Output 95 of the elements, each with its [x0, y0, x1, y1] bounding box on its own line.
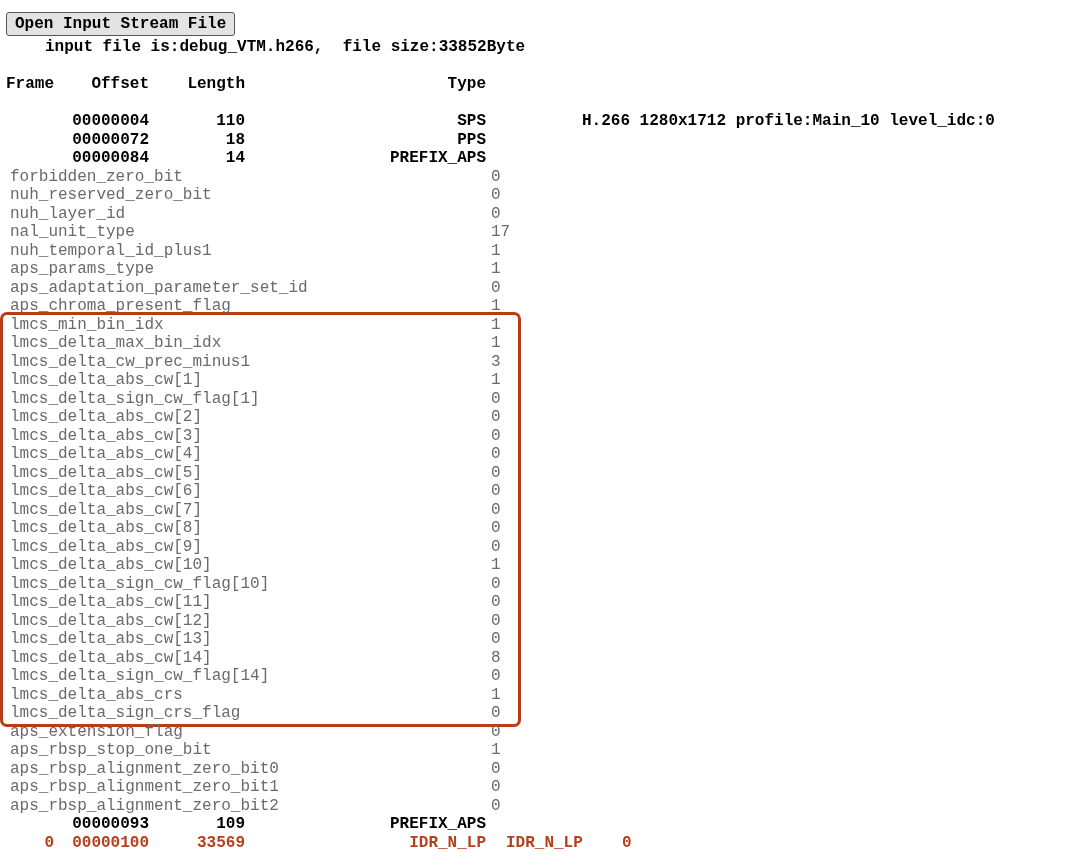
offset-value: 00000004	[71, 112, 149, 131]
syntax-element-value: 0	[491, 630, 502, 649]
syntax-element-name: nuh_layer_id	[10, 204, 127, 223]
syntax-element-value: 8	[491, 648, 502, 667]
syntax-element-value: 0	[491, 389, 502, 408]
syntax-element-value: 0	[491, 611, 502, 630]
syntax-element-value: 0	[491, 278, 502, 297]
syntax-element-value: 0	[491, 667, 502, 686]
nal-type: PREFIX_APS	[389, 815, 486, 834]
syntax-element-name: lmcs_delta_abs_cw[14]	[10, 648, 213, 667]
syntax-element-name: lmcs_delta_sign_cw_flag[14]	[10, 667, 271, 686]
syntax-element-value: 1	[491, 241, 502, 260]
syntax-element-name: lmcs_delta_abs_cw[4]	[10, 445, 204, 464]
column-header: Offset	[90, 75, 149, 94]
syntax-element-name: lmcs_delta_cw_prec_minus1	[10, 352, 252, 371]
syntax-element-name: aps_rbsp_alignment_zero_bit1	[10, 778, 280, 797]
offset-value: 00000084	[71, 149, 149, 168]
syntax-element-value: 17	[491, 223, 512, 242]
syntax-element-value: 0	[491, 445, 502, 464]
syntax-element-value: 0	[491, 537, 502, 556]
syntax-element-value: 3	[491, 352, 502, 371]
slice-type: IDR_N_LP	[506, 833, 582, 852]
nal-type: PPS	[456, 130, 486, 149]
syntax-element-value: 0	[491, 778, 502, 797]
length-value: 109	[215, 815, 245, 834]
syntax-element-name: nal_unit_type	[10, 223, 136, 242]
syntax-element-name: lmcs_delta_abs_cw[8]	[10, 519, 204, 538]
syntax-element-value: 1	[491, 334, 502, 353]
syntax-element-value: 1	[491, 556, 502, 575]
syntax-element-value: 0	[491, 408, 502, 427]
syntax-element-name: aps_params_type	[10, 260, 156, 279]
syntax-element-value: 0	[491, 593, 502, 612]
syntax-element-name: forbidden_zero_bit	[10, 167, 184, 186]
syntax-element-value: 0	[491, 482, 502, 501]
syntax-element-name: aps_extension_flag	[10, 722, 184, 741]
syntax-element-name: lmcs_delta_abs_cw[7]	[10, 500, 204, 519]
syntax-element-value: 0	[491, 704, 502, 723]
syntax-element-name: lmcs_delta_sign_crs_flag	[10, 704, 242, 723]
stream-info: H.266 1280x1712 profile:Main_10 level_idc:0	[582, 112, 996, 131]
syntax-element-value: 1	[491, 685, 502, 704]
file-info: input file is:debug_VTM.h266, file size:33852Byte	[44, 38, 527, 57]
syntax-element-name: lmcs_delta_max_bin_idx	[10, 334, 223, 353]
syntax-element-value: 0	[491, 167, 502, 186]
syntax-element-value: 1	[491, 741, 502, 760]
syntax-element-value: 0	[491, 204, 502, 223]
syntax-element-name: lmcs_delta_abs_cw[3]	[10, 426, 204, 445]
syntax-element-name: lmcs_delta_abs_cw[12]	[10, 611, 213, 630]
open-file-button[interactable]: Open Input Stream File	[6, 12, 236, 36]
offset-value: 00000100	[71, 833, 149, 852]
syntax-element-name: lmcs_delta_abs_cw[13]	[10, 630, 213, 649]
column-value: 0	[622, 833, 633, 852]
syntax-element-name: nuh_reserved_zero_bit	[10, 186, 213, 205]
syntax-element-value: 1	[491, 371, 502, 390]
syntax-element-name: lmcs_delta_abs_cw[6]	[10, 482, 204, 501]
syntax-element-value: 0	[491, 574, 502, 593]
nal-type: PREFIX_APS	[389, 149, 486, 168]
syntax-element-name: aps_rbsp_stop_one_bit	[10, 741, 213, 760]
syntax-element-value: 0	[491, 426, 502, 445]
syntax-element-value: 0	[491, 796, 502, 815]
offset-value: 00000072	[71, 130, 149, 149]
nal-type: IDR_N_LP	[408, 833, 486, 852]
syntax-element-value: 1	[491, 297, 502, 316]
syntax-element-name: lmcs_min_bin_idx	[10, 315, 165, 334]
syntax-element-name: aps_chroma_present_flag	[10, 297, 232, 316]
syntax-element-value: 0	[491, 519, 502, 538]
syntax-element-value: 0	[491, 759, 502, 778]
syntax-element-value: 0	[491, 463, 502, 482]
length-value: 33569	[196, 833, 245, 852]
nal-type: SPS	[456, 112, 486, 131]
syntax-element-name: aps_rbsp_alignment_zero_bit0	[10, 759, 280, 778]
offset-value: 00000093	[71, 815, 149, 834]
frame-number: 0	[43, 833, 54, 852]
syntax-element-name: aps_adaptation_parameter_set_id	[10, 278, 309, 297]
length-value: 110	[215, 112, 245, 131]
syntax-element-value: 0	[491, 500, 502, 519]
syntax-element-value: 0	[491, 186, 502, 205]
syntax-element-value: 1	[491, 315, 502, 334]
syntax-element-name: lmcs_delta_abs_cw[2]	[10, 408, 204, 427]
syntax-element-name: lmcs_delta_abs_cw[10]	[10, 556, 213, 575]
column-header: Length	[186, 75, 245, 94]
length-value: 14	[224, 149, 245, 168]
syntax-element-name: lmcs_delta_abs_cw[11]	[10, 593, 213, 612]
syntax-element-name: aps_rbsp_alignment_zero_bit2	[10, 796, 280, 815]
length-value: 18	[224, 130, 245, 149]
syntax-element-value: 1	[491, 260, 502, 279]
column-header: Type	[446, 75, 486, 94]
syntax-element-name: lmcs_delta_abs_cw[9]	[10, 537, 204, 556]
syntax-element-value: 0	[491, 722, 502, 741]
syntax-element-name: lmcs_delta_abs_cw[5]	[10, 463, 204, 482]
syntax-element-name: lmcs_delta_sign_cw_flag[1]	[10, 389, 261, 408]
syntax-element-name: lmcs_delta_sign_cw_flag[10]	[10, 574, 271, 593]
column-header: Frame	[6, 75, 54, 94]
syntax-element-name: lmcs_delta_abs_cw[1]	[10, 371, 204, 390]
syntax-element-name: lmcs_delta_abs_crs	[10, 685, 184, 704]
syntax-element-name: nuh_temporal_id_plus1	[10, 241, 213, 260]
